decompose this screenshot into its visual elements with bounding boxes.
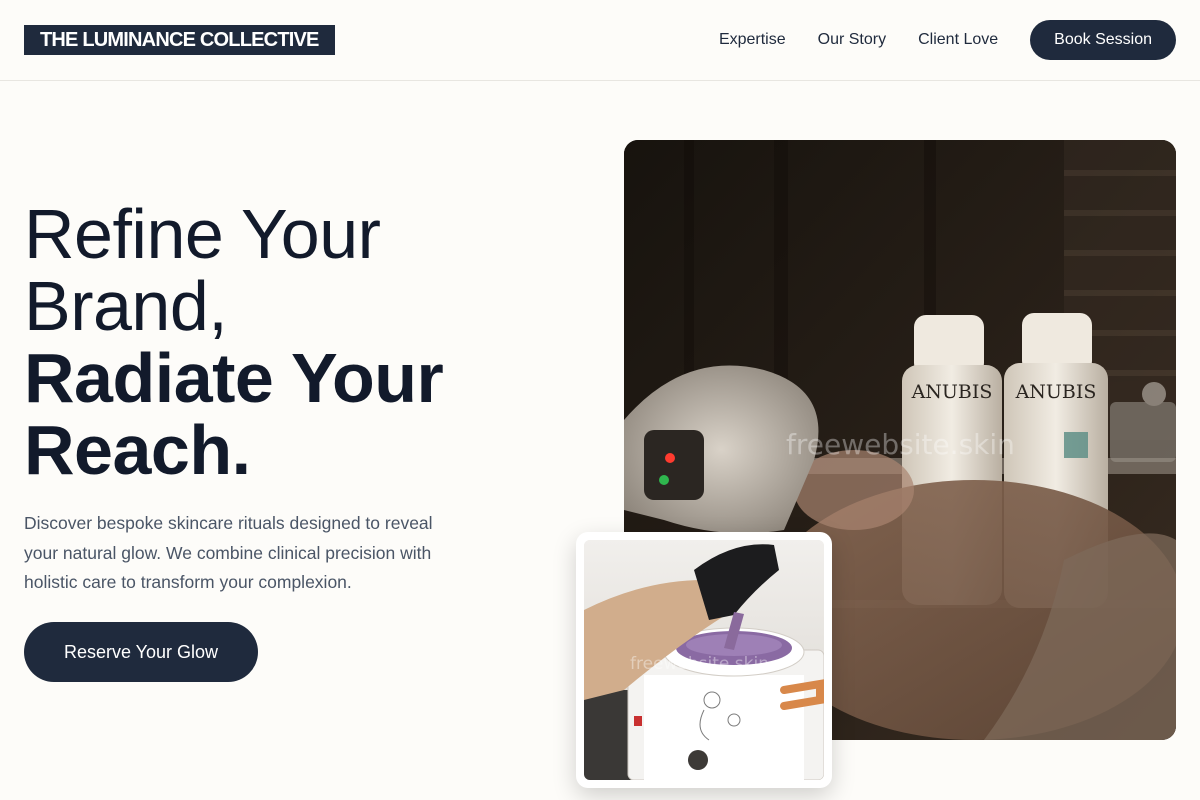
inset-photo-card: freewebsite.skin: [576, 532, 832, 788]
main-nav: Expertise Our Story Client Love Book Ses…: [719, 20, 1176, 60]
hero-title-line-4: Reach.: [24, 411, 251, 489]
hero-description: Discover bespoke skincare rituals design…: [24, 513, 433, 592]
bottle-label-1: ANUBIS: [911, 381, 993, 403]
wax-warmer-illustration: [584, 540, 824, 780]
nav-link-client-love[interactable]: Client Love: [918, 31, 998, 49]
hero-title-line-1: Refine Your: [24, 195, 381, 273]
nav-link-expertise[interactable]: Expertise: [719, 31, 786, 49]
book-session-button[interactable]: Book Session: [1030, 20, 1176, 60]
site-header: THE LUMINANCE COLLECTIVE Expertise Our S…: [0, 0, 1200, 81]
brand-logo[interactable]: THE LUMINANCE COLLECTIVE: [24, 25, 335, 55]
hero-title-line-3: Radiate Your: [24, 339, 444, 417]
inset-photo: freewebsite.skin: [584, 540, 824, 780]
reserve-glow-button[interactable]: Reserve Your Glow: [24, 622, 258, 682]
hero-title-line-2: Brand,: [24, 267, 228, 345]
nav-link-our-story[interactable]: Our Story: [818, 31, 886, 49]
hero-title: Refine Your Brand, Radiate Your Reach.: [24, 195, 444, 489]
bottle-label-2: ANUBIS: [1015, 381, 1097, 403]
